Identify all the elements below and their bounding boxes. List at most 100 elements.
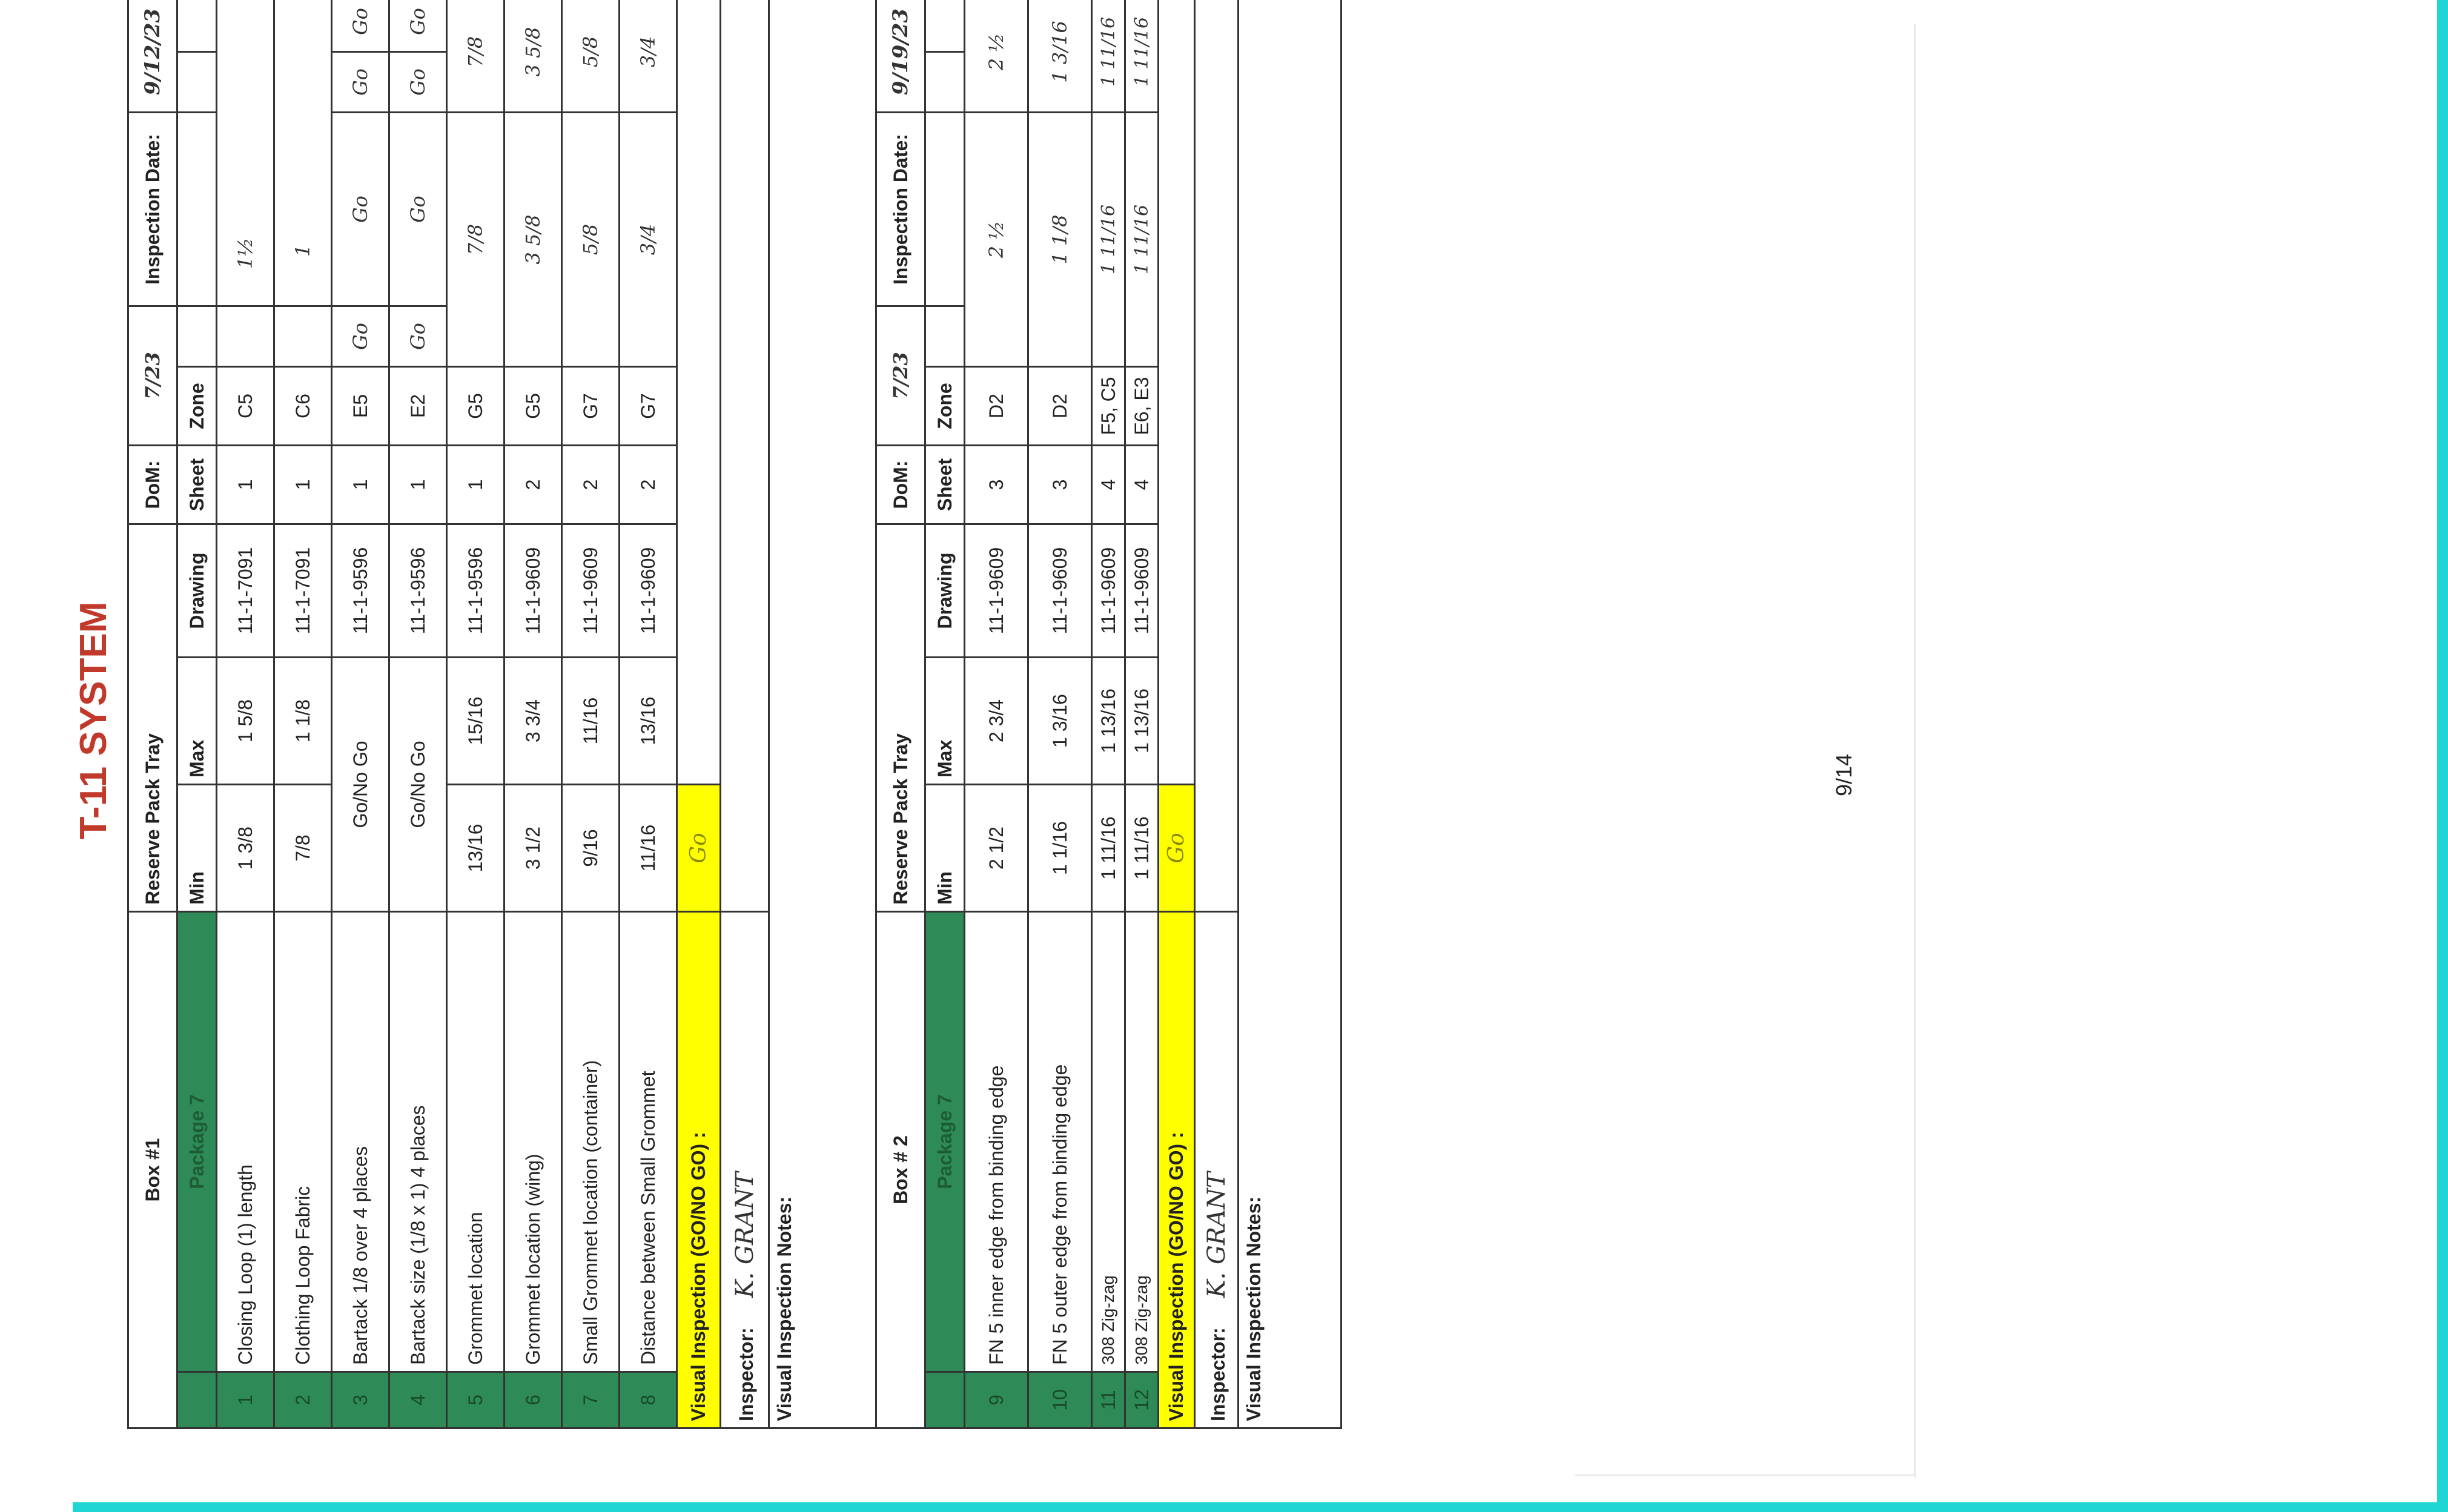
row-num: 2 (274, 1372, 332, 1428)
row-min: 1 11/16 (1125, 784, 1159, 912)
col-zone: Zone (925, 366, 965, 446)
row-max: 11/16 (561, 657, 620, 785)
system-title: T-11 SYSTEM (73, 601, 114, 840)
row-measure-2: 5/8 (561, 112, 620, 367)
table-row: 6 Grommet location (wing) 3 1/2 3 3/4 11… (504, 0, 562, 1428)
box1-package: Package 7 (177, 911, 217, 1372)
row-go-no-go: Go/No Go (389, 657, 447, 912)
row-measure-1 (216, 306, 274, 367)
row-max: 1 13/16 (1125, 657, 1159, 785)
row-measure-2: 1 11/16 (1125, 112, 1159, 367)
row-measure-2: Go (331, 112, 389, 306)
row-drawing: 11-1-9596 (389, 524, 447, 658)
row-min: 11/16 (619, 784, 677, 912)
row-num: 5 (446, 1372, 504, 1428)
inspector-signature: K. GRANT (730, 1172, 759, 1298)
row-num: 10 (1028, 1372, 1092, 1428)
row-max: 15/16 (446, 657, 504, 785)
row-measure-4: Go (331, 0, 389, 52)
row-measure-3: Go (331, 51, 389, 113)
row-measure-3: 5/8 (561, 0, 620, 113)
inspection-form: T-11 SYSTEM Box #1 Reserve Pack Tray DoM… (61, 0, 1342, 1453)
row-measure-4: Go (389, 0, 447, 52)
row-min: 1 3/8 (216, 784, 274, 912)
row-max: 1 13/16 (1091, 657, 1125, 785)
col-max: Max (177, 657, 217, 785)
row-min: 7/8 (274, 784, 332, 912)
row-sheet: 3 (1028, 445, 1092, 524)
box1-visual-label: Visual Inspection (GO/NO GO) : (677, 911, 721, 1428)
row-drawing: 11-1-9609 (964, 524, 1028, 658)
row-num: 6 (504, 1372, 562, 1428)
inspector-label: Inspector: (735, 1327, 757, 1421)
col-min: Min (177, 784, 217, 912)
box2-name: Box # 2 (876, 911, 925, 1428)
row-zone: G7 (561, 366, 620, 446)
row-go-no-go: Go/No Go (331, 657, 389, 912)
table-row: 8 Distance between Small Grommet 11/16 1… (619, 0, 677, 1428)
table-row: 9 FN 5 inner edge from binding edge 2 1/… (964, 0, 1028, 1428)
row-zone: D2 (1028, 366, 1092, 446)
row-measure-3: 3 5/8 (504, 0, 562, 113)
col-min: Min (925, 784, 965, 912)
box2-dom-value: 7/23 (876, 306, 925, 446)
row-desc: Closing Loop (1) length (216, 911, 274, 1372)
col-sheet: Sheet (925, 445, 965, 524)
box1-visual-value: Go (677, 784, 721, 912)
row-num: 11 (1091, 1372, 1125, 1428)
row-min: 1 11/16 (1091, 784, 1125, 912)
row-measure-2: 3/4 (619, 112, 677, 367)
box2-table: Box # 2 Reserve Pack Tray DoM: 7/23 Insp… (875, 0, 1342, 1429)
box1-name: Box #1 (128, 911, 177, 1428)
row-sheet: 1 (389, 445, 447, 524)
row-measure-1: Go (331, 306, 389, 367)
row-num: 4 (389, 1372, 447, 1428)
row-desc: FN 5 inner edge from binding edge (964, 911, 1028, 1372)
box2-notes-label: Visual Inspection Notes: (1238, 0, 1341, 1428)
table-row: 3 Bartack 1/8 over 4 places Go/No Go 11-… (331, 0, 389, 1428)
row-zone: C6 (274, 366, 332, 446)
row-max: 1 3/16 (1028, 657, 1092, 785)
row-measure-2: 3 5/8 (504, 112, 562, 367)
row-sheet: 2 (504, 445, 562, 524)
row-max: 13/16 (619, 657, 677, 785)
row-measure-3: 3/4 (619, 0, 677, 113)
row-sheet: 2 (619, 445, 677, 524)
row-sheet: 1 (274, 445, 332, 524)
row-desc: Distance between Small Grommet (619, 911, 677, 1372)
table-row: 10 FN 5 outer edge from binding edge 1 1… (1028, 0, 1092, 1428)
row-sheet: 1 (446, 445, 504, 524)
table-row: 11 308 Zig-zag 1 11/16 1 13/16 11-1-9609… (1091, 0, 1125, 1428)
box1-dom-value: 7/23 (128, 306, 177, 446)
box2-inspection-date-value: 9/19/23 (876, 0, 925, 113)
col-drawing: Drawing (925, 524, 965, 658)
row-measure-3: 1 11/16 (1091, 0, 1125, 113)
row-drawing: 11-1-9609 (1091, 524, 1125, 658)
box1-inspection-date-value: 9/12/23 (128, 0, 177, 113)
row-sheet: 3 (964, 445, 1028, 524)
col-drawing: Drawing (177, 524, 217, 658)
table-row: 7 Small Grommet location (container) 9/1… (561, 0, 620, 1428)
row-measure-3: 2 ½ (964, 0, 1028, 113)
row-desc: 308 Zig-zag (1125, 911, 1159, 1372)
row-num: 12 (1125, 1372, 1159, 1428)
row-zone: C5 (216, 366, 274, 446)
row-measure-1: Go (389, 306, 447, 367)
row-max: 3 3/4 (504, 657, 562, 785)
row-zone: G7 (619, 366, 677, 446)
box1-inspector: Inspector: K. GRANT (720, 911, 769, 1428)
row-min: 2 1/2 (964, 784, 1028, 912)
row-min: 9/16 (561, 784, 620, 912)
row-desc: Grommet location (446, 911, 504, 1372)
col-sheet: Sheet (177, 445, 217, 524)
row-drawing: 11-1-9609 (1125, 524, 1159, 658)
row-drawing: 11-1-9596 (331, 524, 389, 658)
page-number: 9/14 (1831, 753, 1856, 797)
row-zone: D2 (964, 366, 1028, 446)
row-min: 3 1/2 (504, 784, 562, 912)
row-measure-3: 7/8 (446, 0, 504, 113)
row-drawing: 11-1-7091 (216, 524, 274, 658)
box2-inspection-date-label: Inspection Date: (876, 112, 925, 306)
row-measure-1 (274, 306, 332, 367)
row-max: 2 3/4 (964, 657, 1028, 785)
